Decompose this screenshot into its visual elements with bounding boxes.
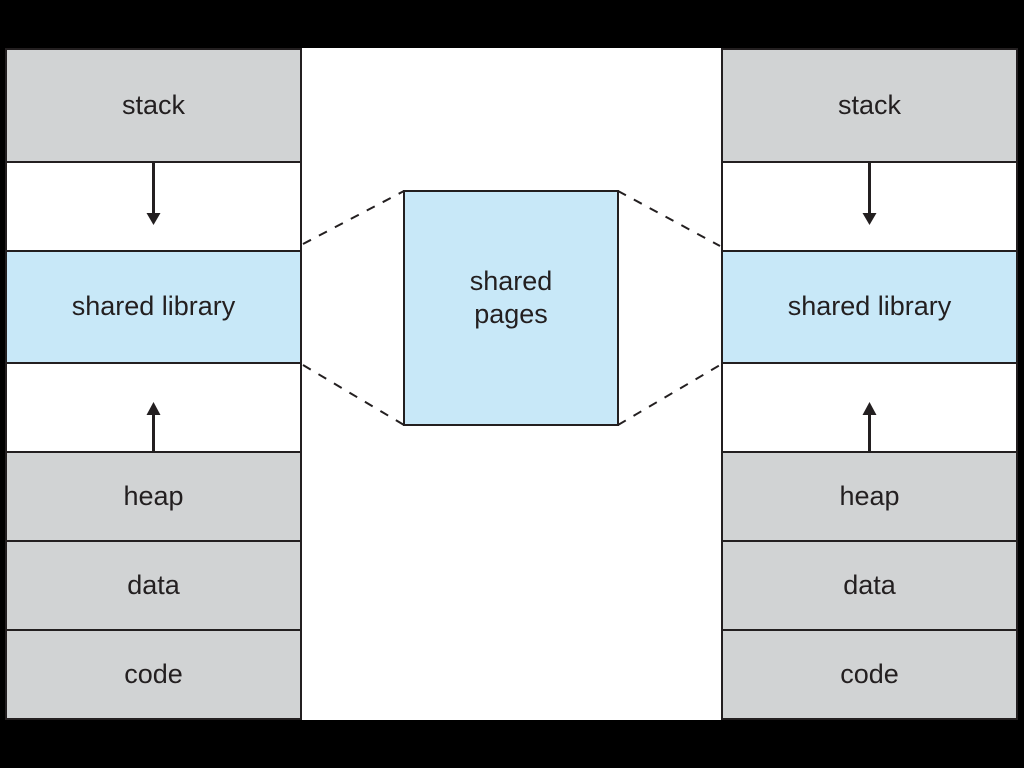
shared-pages-label: shared pages (404, 265, 618, 331)
left-label-data: data (127, 569, 180, 600)
left-label-code: code (124, 658, 183, 689)
right-label-heap: heap (839, 480, 900, 511)
shared-pages-line1: shared (469, 266, 553, 296)
shared-library-diagram: stack shared library heap data code stack shar… (0, 0, 1024, 768)
right-label-shared-library: shared library (787, 291, 952, 321)
right-label-code: code (840, 658, 899, 689)
right-label-data: data (843, 569, 896, 600)
left-label-heap: heap (123, 480, 184, 511)
right-label-stack: stack (837, 89, 902, 120)
left-label-stack: stack (121, 89, 186, 120)
shared-pages-line2: pages (474, 299, 548, 329)
left-label-shared-library: shared library (71, 291, 236, 321)
